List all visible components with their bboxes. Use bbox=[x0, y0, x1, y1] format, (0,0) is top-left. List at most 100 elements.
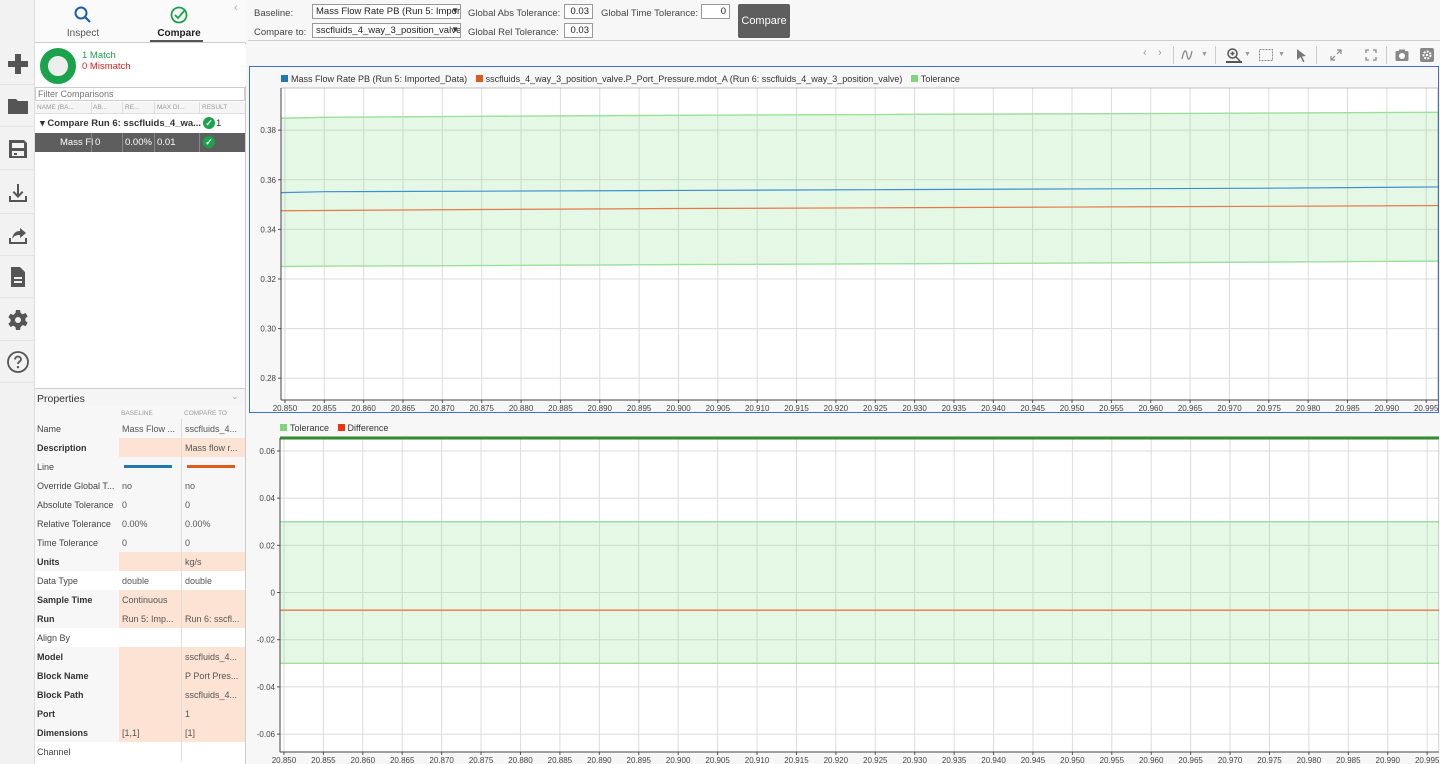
zoom-in-icon[interactable] bbox=[1226, 47, 1242, 63]
x-tick-label: 20.875 bbox=[469, 404, 494, 411]
help-button[interactable] bbox=[0, 341, 35, 383]
x-tick-label: 20.985 bbox=[1336, 756, 1361, 764]
tab-inspect[interactable]: Inspect bbox=[35, 0, 131, 43]
fit-to-view-icon[interactable] bbox=[1258, 47, 1274, 63]
time-tolerance-input[interactable]: 0 bbox=[701, 4, 730, 19]
property-row: Run Run 5: Imp... Run 6: sscfl... bbox=[35, 609, 245, 628]
chevron-down-icon[interactable]: ⌄ bbox=[231, 391, 239, 402]
compare-value: [1] bbox=[182, 723, 245, 742]
col-abs-tol[interactable]: AB... bbox=[93, 104, 107, 111]
y-tick-label: 0.04 bbox=[259, 494, 275, 503]
col-max-diff[interactable]: MAX DI... bbox=[157, 104, 185, 111]
x-tick-label: 20.995 bbox=[1415, 756, 1439, 764]
expand-caret-icon[interactable]: ▾ bbox=[40, 118, 45, 129]
baseline-value bbox=[119, 666, 182, 685]
plot-settings-icon[interactable] bbox=[1419, 47, 1435, 63]
abs-tolerance-input[interactable]: 0.03 bbox=[564, 4, 593, 19]
mismatch-count: 0 Mismatch bbox=[82, 61, 131, 72]
comparison-plot[interactable]: Mass Flow Rate PB (Run 5: Imported_Data)… bbox=[249, 66, 1439, 413]
fullscreen-icon[interactable] bbox=[1363, 47, 1379, 63]
compare-to-select[interactable]: sscfluids_4_way_3_position_valve ▼ bbox=[312, 23, 461, 38]
new-session-button[interactable] bbox=[0, 43, 35, 85]
baseline-column-header: BASELINE bbox=[121, 410, 153, 417]
property-row: Line bbox=[35, 457, 245, 476]
rel-tolerance-input[interactable]: 0.03 bbox=[564, 23, 593, 38]
tab-compare[interactable]: Compare bbox=[131, 0, 227, 43]
back-icon[interactable]: ‹ bbox=[1143, 47, 1147, 63]
property-key: Relative Tolerance bbox=[37, 519, 111, 529]
property-key: Name bbox=[37, 424, 62, 434]
import-button[interactable] bbox=[0, 172, 35, 214]
x-tick-label: 20.955 bbox=[1099, 404, 1124, 411]
y-tick-label: 0.28 bbox=[260, 374, 276, 383]
compare-button[interactable]: Compare bbox=[738, 4, 790, 38]
baseline-value: Mass Flow ... bbox=[119, 419, 182, 438]
expand-icon[interactable] bbox=[1328, 47, 1344, 63]
x-tick-label: 20.875 bbox=[469, 756, 494, 764]
export-button[interactable] bbox=[0, 214, 35, 256]
save-button[interactable] bbox=[0, 128, 35, 170]
filter-comparisons-input[interactable]: Filter Comparisons bbox=[35, 87, 245, 101]
chevron-down-icon[interactable]: ▼ bbox=[1201, 51, 1208, 67]
x-tick-label: 20.910 bbox=[745, 404, 770, 411]
settings-button[interactable] bbox=[0, 299, 35, 341]
x-tick-label: 20.945 bbox=[1021, 756, 1046, 764]
search-icon bbox=[74, 6, 91, 23]
baseline-select[interactable]: Mass Flow Rate PB (Run 5: Impor ▼ bbox=[312, 4, 461, 19]
difference-plot[interactable]: Tolerance Difference 20.850 20.855 20.860 2… bbox=[249, 418, 1439, 764]
chevron-down-icon[interactable]: ▼ bbox=[1244, 51, 1251, 67]
compare-line-swatch[interactable] bbox=[187, 465, 235, 468]
x-tick-label: 20.935 bbox=[942, 756, 967, 764]
property-key: Model bbox=[37, 652, 63, 662]
x-tick-label: 20.990 bbox=[1375, 404, 1400, 411]
tolerance-band bbox=[280, 521, 1439, 664]
x-tick-label: 20.940 bbox=[981, 404, 1006, 411]
cursor-icon[interactable] bbox=[1293, 47, 1309, 63]
gear-icon bbox=[7, 309, 28, 330]
x-tick-label: 20.940 bbox=[981, 756, 1006, 764]
forward-icon[interactable]: › bbox=[1158, 47, 1162, 63]
difference-chart[interactable]: 20.850 20.855 20.860 20.865 20.870 20.875 20.8… bbox=[249, 418, 1439, 764]
compare-value: no bbox=[185, 481, 196, 491]
baseline-value bbox=[119, 457, 182, 476]
baseline-value: [1,1] bbox=[119, 723, 182, 742]
property-row: Description Mass flow r... bbox=[35, 438, 245, 457]
x-tick-label: 20.920 bbox=[824, 404, 849, 411]
property-row: Relative Tolerance 0.00% 0.00% bbox=[35, 514, 245, 533]
baseline-line-swatch[interactable] bbox=[124, 465, 172, 468]
signal-style-icon[interactable] bbox=[1181, 47, 1197, 63]
x-tick-label: 20.950 bbox=[1060, 756, 1085, 764]
camera-icon[interactable] bbox=[1394, 47, 1410, 63]
report-button[interactable] bbox=[0, 256, 35, 298]
comparison-group-row[interactable]: ▾ Compare Run 6: sscfluids_4_wa... ✓ 1 bbox=[35, 115, 245, 132]
x-tick-label: 20.930 bbox=[902, 756, 927, 764]
x-tick-label: 20.910 bbox=[745, 756, 770, 764]
share-icon bbox=[8, 227, 27, 244]
baseline-value bbox=[119, 438, 182, 457]
property-key: Description bbox=[37, 443, 87, 453]
table-row[interactable]: Mass Fl 0 0.00% 0.01 ✓ bbox=[35, 133, 245, 152]
chevron-down-icon[interactable]: ▼ bbox=[1278, 51, 1285, 67]
x-tick-label: 20.925 bbox=[863, 756, 888, 764]
x-tick-label: 20.975 bbox=[1257, 404, 1282, 411]
x-tick-label: 20.960 bbox=[1139, 756, 1164, 764]
col-result[interactable]: RESULT bbox=[202, 104, 227, 111]
open-button[interactable] bbox=[0, 85, 35, 127]
signal-chart[interactable]: 20.850 20.855 20.860 20.865 20.870 20.875 20.8… bbox=[250, 67, 1438, 411]
collapse-panel-button[interactable]: ‹ bbox=[234, 2, 238, 14]
x-tick-label: 20.945 bbox=[1020, 404, 1045, 411]
col-rel-tol[interactable]: RE... bbox=[125, 104, 139, 111]
document-icon bbox=[10, 266, 25, 287]
x-tick-label: 20.860 bbox=[351, 404, 376, 411]
property-key: Override Global T... bbox=[37, 481, 115, 491]
col-name[interactable]: NAME (BA... bbox=[37, 104, 74, 111]
baseline-value: 0.00% bbox=[119, 514, 182, 533]
compare-value: 0 bbox=[185, 500, 191, 510]
y-tick-label: -0.04 bbox=[257, 683, 276, 692]
x-tick-label: 20.850 bbox=[272, 756, 297, 764]
row-rel-tol: 0.00% bbox=[125, 137, 152, 148]
x-tick-label: 20.975 bbox=[1257, 756, 1282, 764]
properties-header[interactable]: Properties ⌄ bbox=[35, 388, 245, 406]
property-row: Time Tolerance 0 0 bbox=[35, 533, 245, 552]
properties-title: Properties bbox=[37, 393, 85, 405]
